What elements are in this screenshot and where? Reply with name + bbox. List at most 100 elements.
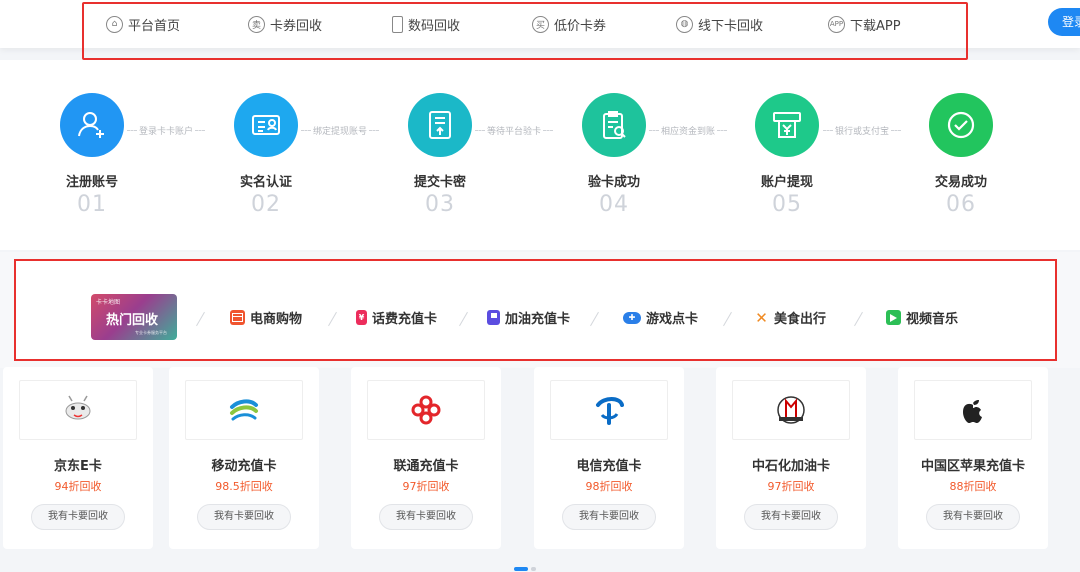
step-connector: 等待平台验卡: [473, 124, 555, 137]
id-card-icon: [252, 115, 280, 135]
tab-game[interactable]: ✚ 游戏点卡: [623, 308, 698, 327]
tab-video-music[interactable]: 视频音乐: [886, 308, 958, 327]
tab-label: 视频音乐: [906, 312, 959, 327]
card-logo: [550, 380, 668, 440]
step-register: 注册账号 01: [27, 93, 157, 217]
tab-label: 美食出行: [774, 312, 827, 327]
pager-dot[interactable]: [531, 567, 536, 571]
step-connector: 绑定提现账号: [299, 124, 381, 137]
login-button[interactable]: 登录: [1048, 8, 1080, 36]
divider: [723, 311, 732, 327]
pager-dot-active[interactable]: [514, 567, 528, 571]
card-rate: 98折回收: [585, 480, 633, 493]
product-card[interactable]: 联通充值卡 97折回收 我有卡要回收: [351, 367, 501, 549]
main-nav: ⌂ 平台首页 卖 卡券回收 数码回收 买 低价卡券 ◍ 线下卡回收 APP 下载…: [82, 2, 968, 60]
step-number: 06: [946, 192, 976, 217]
food-icon: ✕: [755, 308, 768, 327]
sinopec-icon: [777, 396, 805, 424]
product-card[interactable]: 移动充值卡 98.5折回收 我有卡要回收: [169, 367, 319, 549]
divider: [590, 311, 599, 327]
step-name: 提交卡密: [413, 175, 466, 190]
step-connector: 银行或支付宝: [821, 124, 903, 137]
step-name: 账户提现: [760, 175, 813, 190]
jd-dog-icon: [65, 395, 91, 420]
check-doc-icon: [603, 111, 626, 139]
recycle-button[interactable]: 我有卡要回收: [744, 504, 838, 530]
card-title: 京东E卡: [54, 459, 102, 474]
nav-item-offline-recycle[interactable]: ◍ 线下卡回收: [676, 13, 763, 35]
step-circle: [755, 93, 819, 157]
buy-icon: 买: [532, 15, 549, 33]
card-title: 联通充值卡: [393, 459, 459, 474]
nav-item-download-app[interactable]: APP 下载APP: [828, 13, 901, 35]
upload-doc-icon: [429, 111, 451, 139]
recycle-button[interactable]: 我有卡要回收: [31, 504, 125, 530]
step-name: 注册账号: [65, 175, 118, 190]
tab-label: 话费充值卡: [372, 312, 438, 327]
carousel-pager[interactable]: [514, 567, 536, 571]
tab-label: 游戏点卡: [646, 312, 699, 327]
fuel-icon: [487, 310, 500, 325]
tab-ecommerce[interactable]: 电商购物: [230, 308, 302, 327]
recycle-button[interactable]: 我有卡要回收: [379, 504, 473, 530]
step-connector: 相应资金到账: [647, 124, 729, 137]
step-circle: [234, 93, 298, 157]
card-logo: [19, 380, 137, 440]
nav-item-digital-recycle[interactable]: 数码回收: [392, 13, 460, 35]
tab-fuel[interactable]: 加油充值卡: [487, 308, 570, 327]
product-card[interactable]: 电信充值卡 98折回收 我有卡要回收: [534, 367, 684, 549]
step-verify: 实名认证 02: [201, 93, 331, 217]
step-name: 交易成功: [934, 175, 987, 190]
nav-item-card-recycle[interactable]: 卖 卡券回收: [248, 13, 322, 35]
step-circle: [60, 93, 124, 157]
user-add-icon: [78, 112, 104, 138]
card-rate: 94折回收: [54, 480, 102, 493]
divider: [854, 311, 863, 327]
step-name: 验卡成功: [587, 175, 640, 190]
gamepad-icon: ✚: [623, 311, 641, 324]
card-logo: [185, 380, 303, 440]
nav-item-cheap-cards[interactable]: 买 低价卡券: [532, 13, 606, 35]
recycle-button[interactable]: 我有卡要回收: [562, 504, 656, 530]
shopping-card-icon: [230, 310, 245, 325]
home-icon: ⌂: [106, 15, 123, 33]
divider: [459, 311, 468, 327]
china-mobile-icon: [230, 399, 258, 421]
app-icon: APP: [828, 15, 845, 33]
step-number: 04: [599, 192, 629, 217]
nav-label: 低价卡券: [554, 18, 607, 34]
step-connector: 登录卡卡账户: [125, 124, 207, 137]
tab-label: 加油充值卡: [505, 312, 571, 327]
check-circle-icon: [947, 111, 975, 139]
recycle-button[interactable]: 我有卡要回收: [197, 504, 291, 530]
step-check: 验卡成功 04: [549, 93, 679, 217]
tab-food-travel[interactable]: ✕ 美食出行: [754, 308, 827, 328]
step-number: 02: [251, 192, 281, 217]
nav-label: 下载APP: [850, 18, 901, 34]
hot-recycle-tab[interactable]: 卡卡地图 热门回收 专业卡券服务平台: [91, 294, 177, 340]
phone-bill-icon: ¥: [356, 310, 367, 325]
hot-card-brand: 卡卡地图: [96, 299, 121, 306]
tab-phone-bill[interactable]: ¥ 话费充值卡: [356, 308, 437, 327]
card-logo: [732, 380, 850, 440]
card-rate: 88折回收: [949, 480, 997, 493]
product-card[interactable]: 京东E卡 94折回收 我有卡要回收: [3, 367, 153, 549]
nav-label: 平台首页: [128, 18, 181, 34]
globe-icon: ◍: [676, 15, 693, 33]
step-number: 01: [77, 192, 107, 217]
card-title: 中石化加油卡: [751, 459, 830, 474]
card-rate: 97折回收: [767, 480, 815, 493]
nav-item-home[interactable]: ⌂ 平台首页: [106, 13, 180, 35]
hot-card-label: 热门回收: [106, 313, 159, 328]
product-card[interactable]: 中国区苹果充值卡 88折回收 我有卡要回收: [898, 367, 1048, 549]
recycle-button[interactable]: 我有卡要回收: [926, 504, 1020, 530]
phone-icon: [392, 15, 403, 33]
nav-label: 数码回收: [408, 18, 461, 34]
product-card[interactable]: 中石化加油卡 97折回收 我有卡要回收: [716, 367, 866, 549]
withdraw-icon: [773, 112, 801, 138]
card-rate: 97折回收: [402, 480, 450, 493]
card-logo: [914, 380, 1032, 440]
category-tabs: 卡卡地图 热门回收 专业卡券服务平台 电商购物 ¥ 话费充值卡 加油充值卡 ✚ …: [14, 259, 1057, 361]
step-circle: [929, 93, 993, 157]
step-submit: 提交卡密 03: [375, 93, 505, 217]
